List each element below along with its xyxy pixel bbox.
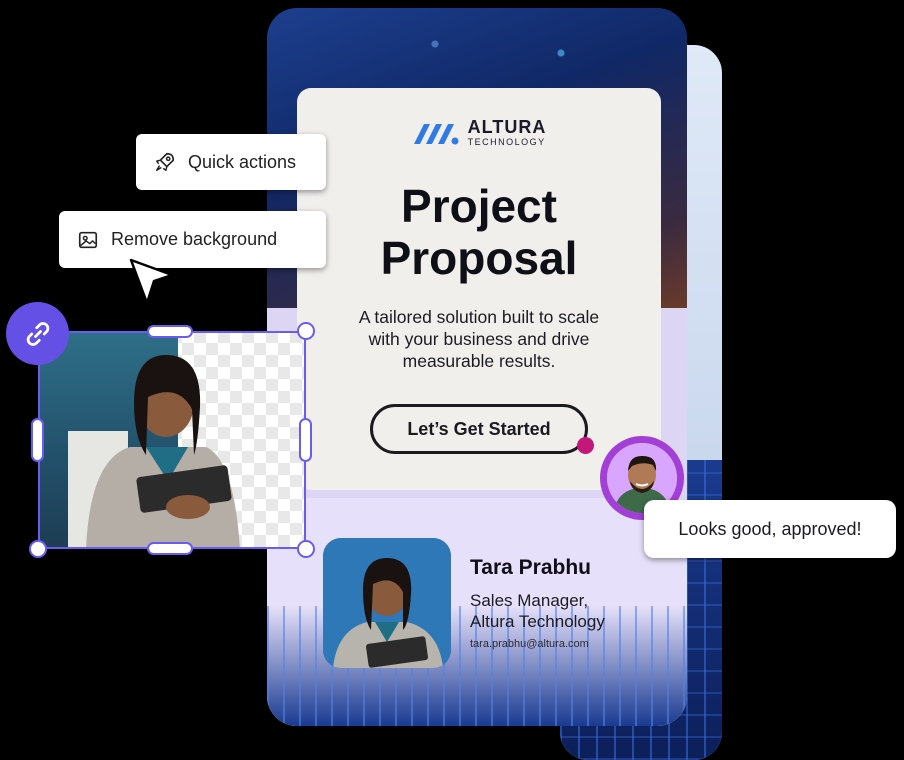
proposal-subtitle: A tailored solution built to scale with …: [327, 306, 631, 372]
resize-handle-bottom[interactable]: [147, 542, 193, 555]
remove-background-button[interactable]: Remove background: [59, 211, 326, 268]
profile-role-line-1: Sales Manager,: [470, 591, 589, 610]
altura-logo-icon: [413, 123, 459, 144]
collaborator-cursor-dot: [577, 437, 594, 454]
quick-actions-label: Quick actions: [188, 151, 297, 172]
proposal-content-card[interactable]: ALTURA TECHNOLOGY Project Proposal A tai…: [297, 88, 661, 490]
link-icon: [26, 321, 49, 346]
title-line-1: Project: [401, 180, 557, 232]
proposal-title: Project Proposal: [297, 180, 661, 284]
resize-handle-left[interactable]: [31, 418, 44, 462]
profile-role: Sales Manager, Altura Technology: [470, 590, 670, 632]
link-button[interactable]: [6, 302, 69, 365]
resize-handle-top-right[interactable]: [297, 322, 315, 340]
profile-email[interactable]: tara.prabhu@altura.com: [470, 638, 589, 650]
quick-actions-button[interactable]: Quick actions: [136, 134, 326, 190]
resize-handle-right[interactable]: [299, 418, 312, 462]
get-started-button[interactable]: Let’s Get Started: [370, 404, 588, 454]
resize-handle-top[interactable]: [147, 325, 193, 338]
approval-comment: Looks good, approved!: [644, 500, 896, 558]
profile-photo[interactable]: [323, 538, 451, 668]
selection-frame[interactable]: [38, 331, 306, 549]
profile-name: Tara Prabhu: [470, 556, 591, 579]
subtitle-line-2: with your business and drive: [368, 329, 590, 349]
resize-handle-bottom-right[interactable]: [297, 540, 315, 558]
brand-name: ALTURA: [467, 117, 547, 137]
image-icon: [78, 231, 98, 248]
brand-subtitle: TECHNOLOGY: [467, 137, 546, 147]
remove-background-label: Remove background: [111, 229, 278, 249]
person-portrait-image: [323, 538, 451, 668]
subtitle-line-3: measurable results.: [402, 351, 556, 371]
subtitle-line-1: A tailored solution built to scale: [358, 307, 600, 327]
mouse-pointer-icon: [129, 258, 174, 305]
rocket-icon: [156, 152, 175, 171]
resize-handle-bottom-left[interactable]: [29, 540, 47, 558]
title-line-2: Proposal: [380, 232, 578, 284]
profile-role-line-2: Altura Technology: [470, 612, 605, 631]
brand-logo: ALTURA TECHNOLOGY: [297, 118, 661, 147]
